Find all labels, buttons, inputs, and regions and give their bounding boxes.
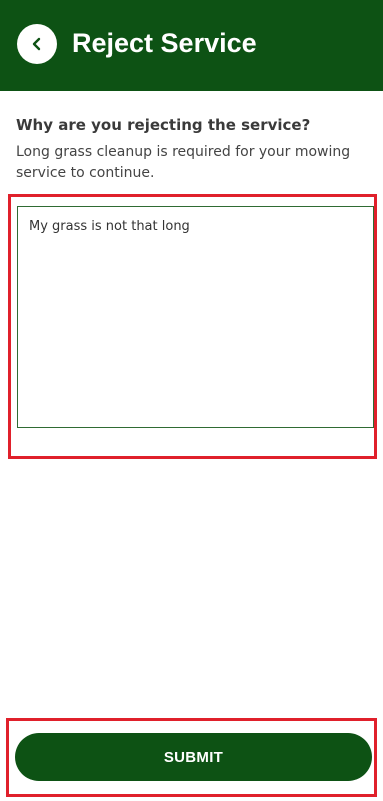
rejection-question: Why are you rejecting the service? (16, 116, 311, 134)
reason-textarea[interactable]: My grass is not that long (17, 206, 374, 428)
page-title: Reject Service (72, 28, 257, 58)
app-header: Reject Service (0, 0, 383, 91)
back-button[interactable] (17, 24, 57, 64)
reason-highlight-box: My grass is not that long (8, 194, 377, 459)
rejection-description: Long grass cleanup is required for your … (16, 144, 351, 181)
submit-highlight-box: SUBMIT (6, 718, 377, 797)
chevron-left-icon (30, 37, 44, 51)
submit-button[interactable]: SUBMIT (15, 733, 372, 781)
